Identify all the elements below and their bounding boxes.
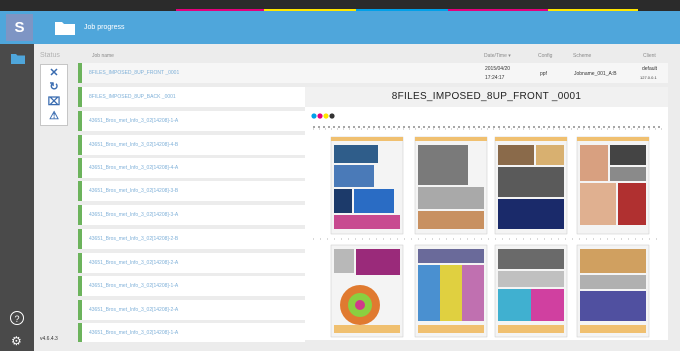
col-config[interactable]: Config: [538, 53, 552, 59]
row-client-ip: 127.0.0.1: [640, 75, 657, 80]
table-row[interactable]: 43651_Bros_met_Info_3_02[14208]-4-A: [78, 158, 305, 178]
imposition-preview-image: [305, 87, 668, 340]
row-config: ppf: [540, 71, 547, 77]
version-label: v4.6.4.3: [40, 336, 58, 342]
table-row[interactable]: 43651_Bros_met_Info_3_02[14208]-3-A: [78, 205, 305, 225]
trash-icon[interactable]: ⌧: [41, 95, 67, 109]
job-name: 43651_Bros_met_Info_3_02[14208]-3-A: [89, 212, 179, 218]
table-row[interactable]: 43651_Bros_met_Info_3_02[14208]-3-B: [78, 181, 305, 201]
app-window: S Job progress ? ⚙ Status Job name Date/…: [0, 0, 680, 351]
col-job-name[interactable]: Job name: [92, 53, 114, 59]
job-name: 43651_Bros_met_Info_3_02[14208]-3-B: [89, 188, 179, 194]
sidebar-folder-icon[interactable]: [11, 53, 25, 64]
row-client-name: default: [642, 66, 658, 72]
app-logo[interactable]: S: [6, 14, 33, 41]
row-date: 2015/04/20: [485, 66, 511, 72]
job-name: 43651_Bros_met_Info_3_02[14208]-4-B: [89, 142, 179, 148]
col-datetime[interactable]: Date/Time ▾: [484, 53, 511, 59]
table-row[interactable]: 43651_Bros_met_Info_3_02[14208]-2-B: [78, 229, 305, 249]
job-name: 43651_Bros_met_Info_3_02[14208]-1-A: [89, 283, 179, 289]
table-row[interactable]: 43651_Bros_met_Info_3_02[14208]-2-A: [78, 253, 305, 273]
job-name: 43651_Bros_met_Info_3_02[14208]-1-A: [89, 330, 179, 336]
app-header: S Job progress: [0, 11, 680, 44]
table-row[interactable]: 43651_Bros_met_Info_3_02[14208]-1-A: [78, 111, 305, 131]
color-strip: [0, 0, 680, 11]
action-toolbar: ✕ ↻ ⌧ ⚠: [40, 64, 68, 126]
job-name: 43651_Bros_met_Info_3_02[14208]-2-A: [89, 260, 179, 266]
col-client[interactable]: Client: [643, 53, 656, 59]
job-name: 43651_Bros_met_Info_3_02[14208]-2-A: [89, 307, 179, 313]
table-row[interactable]: 8FILES_IMPOSED_8UP_BACK _0001: [78, 87, 305, 107]
sidebar: ? ⚙: [0, 44, 34, 351]
row-scheme: Jobname_001_A:B: [574, 71, 617, 77]
help-icon[interactable]: ?: [10, 311, 24, 325]
preview-title: 8FILES_IMPOSED_8UP_FRONT _0001: [305, 87, 668, 107]
job-name: 43651_Bros_met_Info_3_02[14208]-2-B: [89, 236, 179, 242]
job-name: 43651_Bros_met_Info_3_02[14208]-4-A: [89, 165, 179, 171]
col-scheme[interactable]: Scheme: [573, 53, 591, 59]
folder-icon[interactable]: [55, 20, 75, 35]
page-title: Job progress: [84, 24, 125, 31]
job-name: 43651_Bros_met_Info_3_02[14208]-1-A: [89, 118, 179, 124]
warning-icon[interactable]: ⚠: [41, 109, 67, 123]
table-row[interactable]: 43651_Bros_met_Info_3_02[14208]-1-A: [78, 276, 305, 296]
row-time: 17:24:17: [485, 75, 505, 81]
table-row[interactable]: 43651_Bros_met_Info_3_02[14208]-2-A: [78, 300, 305, 320]
close-icon[interactable]: ✕: [41, 66, 67, 80]
job-name: 8FILES_IMPOSED_8UP_BACK _0001: [89, 94, 176, 100]
gear-icon[interactable]: ⚙: [11, 335, 22, 347]
preview-panel: [305, 87, 668, 340]
table-row[interactable]: 43651_Bros_met_Info_3_02[14208]-4-B: [78, 135, 305, 155]
refresh-icon[interactable]: ↻: [41, 80, 67, 94]
table-row[interactable]: 43651_Bros_met_Info_3_02[14208]-1-A: [78, 323, 305, 342]
job-name: 8FILES_IMPOSED_8UP_FRONT _0001: [89, 70, 180, 76]
status-header: Status: [40, 52, 60, 59]
